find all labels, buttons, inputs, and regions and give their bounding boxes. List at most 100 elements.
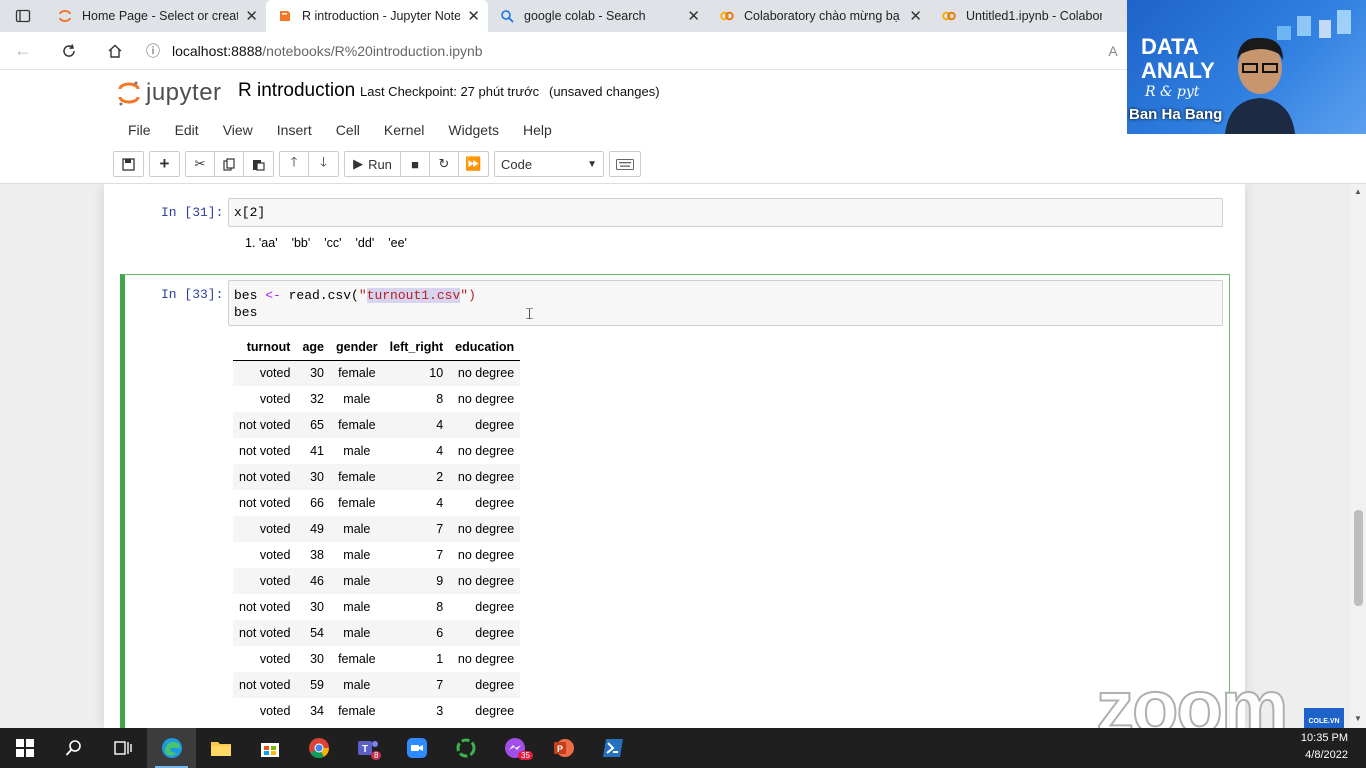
column-header: left_right: [383, 334, 450, 361]
reload-icon[interactable]: [46, 32, 92, 70]
menu-edit[interactable]: Edit: [163, 122, 211, 138]
file-explorer-icon[interactable]: [196, 728, 245, 768]
table-row: not voted 59 male 7 degree: [233, 672, 521, 698]
restart-icon[interactable]: ↻: [430, 152, 459, 176]
zoom-video-tile[interactable]: DATA ANALY R & pyt Ban Ha Bang: [1127, 0, 1366, 134]
save-icon[interactable]: [114, 152, 143, 176]
table-cell: female: [329, 412, 384, 438]
cut-icon[interactable]: ✂: [186, 152, 215, 176]
spinner-app-icon[interactable]: [441, 728, 490, 768]
menu-cell[interactable]: Cell: [324, 122, 372, 138]
code-input[interactable]: x[2]: [228, 198, 1223, 227]
browser-tab-active[interactable]: R introduction - Jupyter Note ✕: [266, 0, 488, 32]
edge-browser-icon[interactable]: [147, 728, 196, 768]
menu-insert[interactable]: Insert: [265, 122, 324, 138]
jupyter-logo[interactable]: jupyter: [118, 79, 222, 107]
table-cell: male: [329, 672, 384, 698]
table-cell: male: [343, 600, 371, 614]
table-cell: voted: [259, 704, 291, 718]
messenger-icon[interactable]: 35: [490, 728, 539, 768]
vertical-scrollbar[interactable]: ▲ ▼: [1350, 184, 1366, 728]
menu-widgets[interactable]: Widgets: [436, 122, 511, 138]
system-clock[interactable]: 10:35 PM 4/8/2022: [1301, 730, 1348, 764]
task-view-icon[interactable]: [98, 728, 147, 768]
table-cell: 32: [310, 392, 324, 406]
table-cell: male: [343, 444, 371, 458]
store-icon[interactable]: [245, 728, 294, 768]
close-tab-icon[interactable]: ✕: [909, 7, 922, 25]
table-cell: no degree: [457, 392, 515, 406]
browser-tab[interactable]: Untitled1.ipynb - Colaborato: [930, 0, 1130, 32]
keyboard-icon[interactable]: [609, 151, 641, 177]
scroll-down-icon[interactable]: ▼: [1354, 714, 1362, 723]
table-row: not voted 54 male 6 degree: [233, 620, 521, 646]
jupyter-book-icon: [280, 11, 290, 21]
tab-actions-icon[interactable]: [0, 0, 46, 32]
table-cell: 66: [310, 496, 324, 510]
table-cell: 65: [296, 412, 330, 438]
table-cell: voted: [233, 568, 297, 594]
table-cell: not voted: [233, 412, 297, 438]
browser-tab[interactable]: Home Page - Select or create ✕: [46, 0, 266, 32]
search-icon[interactable]: [49, 728, 98, 768]
scrollbar-thumb[interactable]: [1354, 510, 1363, 606]
column-header: gender: [329, 334, 384, 361]
close-tab-icon[interactable]: ✕: [687, 7, 700, 25]
menu-kernel[interactable]: Kernel: [372, 122, 436, 138]
browser-tab[interactable]: google colab - Search ✕: [488, 0, 708, 32]
table-cell: 3: [436, 704, 444, 718]
move-down-icon[interactable]: 🡓: [309, 152, 338, 176]
dataframe-table: turnout age gender left_right education …: [233, 334, 521, 724]
cell-type-select[interactable]: Code ▼: [494, 151, 604, 177]
back-arrow-icon[interactable]: ←: [0, 32, 46, 70]
table-cell: 4: [383, 412, 450, 438]
teams-icon[interactable]: T 8: [343, 728, 392, 768]
table-cell: not voted: [233, 672, 297, 698]
notebook-container: In [31]: x[2] 1. 'aa' 'bb' 'cc' 'dd' 'ee…: [104, 184, 1245, 728]
menu-view[interactable]: View: [211, 122, 265, 138]
windows-start-icon[interactable]: [0, 728, 49, 768]
table-cell: 30: [296, 464, 330, 490]
fast-forward-icon[interactable]: ⏩: [459, 152, 488, 176]
home-icon[interactable]: [92, 32, 138, 70]
stop-icon[interactable]: ■: [401, 152, 430, 176]
table-row: not voted 30 female 2 no degree: [233, 464, 521, 490]
table-cell: not voted: [233, 620, 297, 646]
menu-help[interactable]: Help: [511, 122, 564, 138]
video-title-line2: ANALY: [1141, 58, 1215, 83]
table-cell: 49: [296, 516, 330, 542]
table-row: voted 49 male 7 no degree: [233, 516, 521, 542]
menu-bar: File Edit View Insert Cell Kernel Widget…: [116, 116, 564, 144]
table-cell: voted: [259, 548, 291, 562]
copy-icon[interactable]: [215, 152, 244, 176]
notebook-toolbar: + ✂ 🡑 🡓 ▶ Run ■ ↻ ⏩ Code ▼: [113, 151, 641, 177]
notebook-name[interactable]: R introduction: [238, 80, 355, 102]
paste-icon[interactable]: [244, 152, 273, 176]
table-cell: 9: [383, 568, 450, 594]
url-field[interactable]: ⓘ localhost:8888/notebooks/R%20introduct…: [146, 37, 1090, 65]
scroll-up-icon[interactable]: ▲: [1354, 187, 1362, 196]
table-cell: female: [338, 496, 376, 510]
powershell-icon[interactable]: [588, 728, 637, 768]
search-icon: [501, 10, 514, 23]
close-tab-icon[interactable]: ✕: [467, 7, 480, 25]
code-input[interactable]: bes <- read.csv("turnout1.csv") bes: [228, 280, 1223, 326]
table-cell: no degree: [449, 516, 521, 542]
menu-file[interactable]: File: [116, 122, 163, 138]
notification-badge: 8: [371, 751, 382, 760]
browser-tab[interactable]: Colaboratory chào mừng bạ ✕: [708, 0, 930, 32]
run-button[interactable]: ▶ Run: [345, 152, 401, 176]
cell-prompt: In [31]:: [161, 205, 224, 220]
table-cell: voted: [233, 516, 297, 542]
close-tab-icon[interactable]: ✕: [245, 7, 258, 25]
zoom-app-icon[interactable]: [392, 728, 441, 768]
move-up-icon[interactable]: 🡑: [280, 152, 309, 176]
table-row: voted 34 female 3 degree: [233, 698, 520, 724]
colab-icon: [942, 11, 956, 21]
powerpoint-icon[interactable]: P: [539, 728, 588, 768]
play-icon: ▶: [353, 156, 364, 171]
chrome-icon[interactable]: [294, 728, 343, 768]
add-cell-icon[interactable]: +: [150, 152, 179, 176]
participant-name: Ban Ha Bang: [1129, 106, 1223, 123]
info-icon[interactable]: ⓘ: [146, 41, 172, 61]
